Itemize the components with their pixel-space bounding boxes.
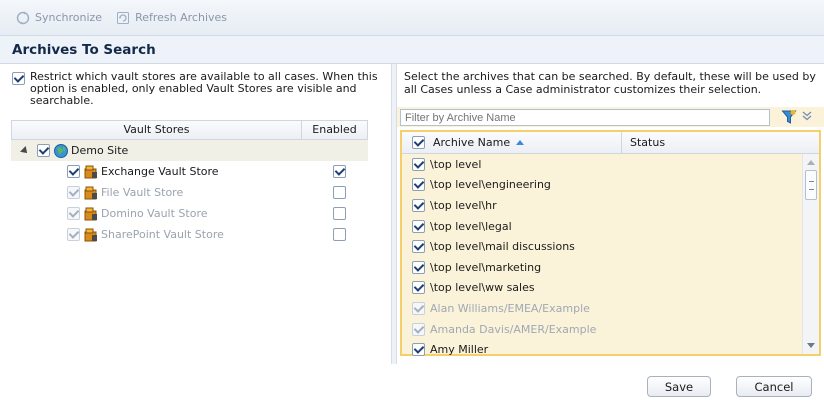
tree-row-vault-store[interactable]: Domino Vault Store: [11, 203, 368, 224]
scroll-up-icon[interactable]: [807, 160, 815, 165]
scroll-thumb[interactable]: [805, 170, 817, 200]
globe-icon: [53, 143, 69, 159]
filter-bar: [397, 107, 824, 127]
vault-store-label: Domino Vault Store: [101, 207, 208, 220]
synchronize-icon: [16, 11, 30, 25]
archive-checkbox[interactable]: [412, 343, 425, 357]
vault-store-checkbox[interactable]: [67, 186, 80, 199]
vault-store-icon: [83, 185, 99, 201]
archive-row[interactable]: Amanda Davis/AMER/Example: [402, 319, 802, 340]
archives-list: \top level \top level\engineering \top lev…: [402, 154, 802, 360]
synchronize-label: Synchronize: [35, 11, 103, 24]
archive-label: \top level\engineering: [430, 178, 551, 192]
column-enabled[interactable]: Enabled: [302, 121, 367, 139]
tree-row-vault-store[interactable]: SharePoint Vault Store: [11, 224, 368, 245]
archive-label: \top level\legal: [430, 219, 512, 233]
archive-checkbox[interactable]: [412, 198, 425, 212]
archive-row[interactable]: \top level\engineering: [402, 175, 802, 196]
refresh-icon: [116, 11, 130, 25]
vault-store-enabled-checkbox[interactable]: [333, 228, 346, 241]
archives-description: Select the archives that can be searched…: [404, 70, 816, 96]
tree-row-vault-store[interactable]: Exchange Vault Store: [11, 161, 368, 182]
column-archive-name[interactable]: Archive Name: [402, 132, 622, 153]
archive-row[interactable]: \top level: [402, 154, 802, 175]
archive-checkbox[interactable]: [412, 157, 425, 171]
title-bar: Archives To Search: [0, 36, 824, 64]
vault-store-checkbox[interactable]: [67, 165, 80, 178]
vault-store-icon: [83, 227, 99, 243]
archive-checkbox[interactable]: [412, 322, 425, 336]
select-all-checkbox[interactable]: [412, 136, 425, 149]
archive-row[interactable]: \top level\hr: [402, 195, 802, 216]
vault-stores-header: Vault Stores Enabled: [11, 120, 368, 140]
chevron-down-icon[interactable]: [801, 110, 815, 124]
vault-store-label: File Vault Store: [101, 186, 184, 199]
save-button[interactable]: Save: [647, 376, 711, 397]
page-title: Archives To Search: [12, 41, 156, 58]
archive-filter-input[interactable]: [400, 109, 770, 126]
tree-row-vault-store[interactable]: File Vault Store: [11, 182, 368, 203]
vault-store-enabled-checkbox[interactable]: [333, 186, 346, 199]
vault-store-enabled-checkbox[interactable]: [333, 165, 346, 178]
archives-panel: Select the archives that can be searched…: [397, 64, 824, 364]
scrollbar[interactable]: [802, 154, 819, 354]
archives-grid: Archive Name Status \top level \top level…: [400, 130, 821, 357]
archive-checkbox[interactable]: [412, 219, 425, 233]
vault-store-icon: [83, 206, 99, 222]
archive-checkbox[interactable]: [412, 301, 425, 315]
cancel-button[interactable]: Cancel: [736, 376, 812, 397]
synchronize-button[interactable]: Synchronize: [16, 11, 102, 25]
toolbar: Synchronize Refresh Archives: [0, 0, 824, 36]
restrict-option: Restrict which vault stores are availabl…: [12, 71, 382, 107]
filter-icon[interactable]: [781, 109, 797, 125]
refresh-archives-label: Refresh Archives: [135, 11, 228, 24]
site-checkbox[interactable]: [37, 144, 50, 157]
vault-store-label: SharePoint Vault Store: [101, 228, 224, 241]
restrict-checkbox[interactable]: [12, 72, 25, 85]
archive-row[interactable]: \top level\marketing: [402, 257, 802, 278]
scroll-down-icon[interactable]: [807, 343, 815, 348]
archive-row[interactable]: Amy Miller: [402, 339, 802, 360]
vault-store-enabled-checkbox[interactable]: [333, 207, 346, 220]
archive-label: \top level\mail discussions: [430, 240, 575, 254]
archive-name-header-label: Archive Name: [433, 136, 511, 149]
archive-row[interactable]: \top level\mail discussions: [402, 236, 802, 257]
vault-store-icon: [83, 164, 99, 180]
site-label: Demo Site: [71, 144, 129, 157]
archive-label: Amy Miller: [430, 343, 489, 357]
archive-label: \top level: [430, 157, 482, 171]
vault-store-checkbox[interactable]: [67, 228, 80, 241]
archive-label: \top level\ww sales: [430, 281, 535, 295]
column-vault-stores[interactable]: Vault Stores: [12, 121, 302, 139]
collapse-icon[interactable]: [20, 145, 30, 156]
archive-label: Alan Williams/EMEA/Example: [430, 301, 590, 315]
archive-label: \top level\hr: [430, 198, 497, 212]
vault-stores-panel: Restrict which vault stores are availabl…: [0, 64, 391, 364]
archive-label: \top level\marketing: [430, 260, 542, 274]
vault-store-checkbox[interactable]: [67, 207, 80, 220]
footer: Save Cancel: [0, 364, 824, 400]
archive-label: Amanda Davis/AMER/Example: [430, 322, 597, 336]
archive-row[interactable]: \top level\legal: [402, 216, 802, 237]
archive-checkbox[interactable]: [412, 260, 425, 274]
archive-checkbox[interactable]: [412, 240, 425, 254]
archives-header: Archive Name Status: [402, 132, 819, 154]
sort-ascending-icon: [516, 140, 525, 145]
archive-row[interactable]: \top level\ww sales: [402, 278, 802, 299]
vault-stores-grid: Vault Stores Enabled Demo Site Exchange …: [11, 120, 368, 364]
tree-row-site[interactable]: Demo Site: [11, 140, 368, 161]
archive-row[interactable]: Alan Williams/EMEA/Example: [402, 298, 802, 319]
refresh-archives-button[interactable]: Refresh Archives: [116, 11, 227, 25]
column-status[interactable]: Status: [622, 132, 819, 153]
archive-checkbox[interactable]: [412, 281, 425, 295]
archive-checkbox[interactable]: [412, 178, 425, 192]
restrict-text: Restrict which vault stores are availabl…: [30, 70, 378, 107]
vault-store-label: Exchange Vault Store: [101, 165, 219, 178]
